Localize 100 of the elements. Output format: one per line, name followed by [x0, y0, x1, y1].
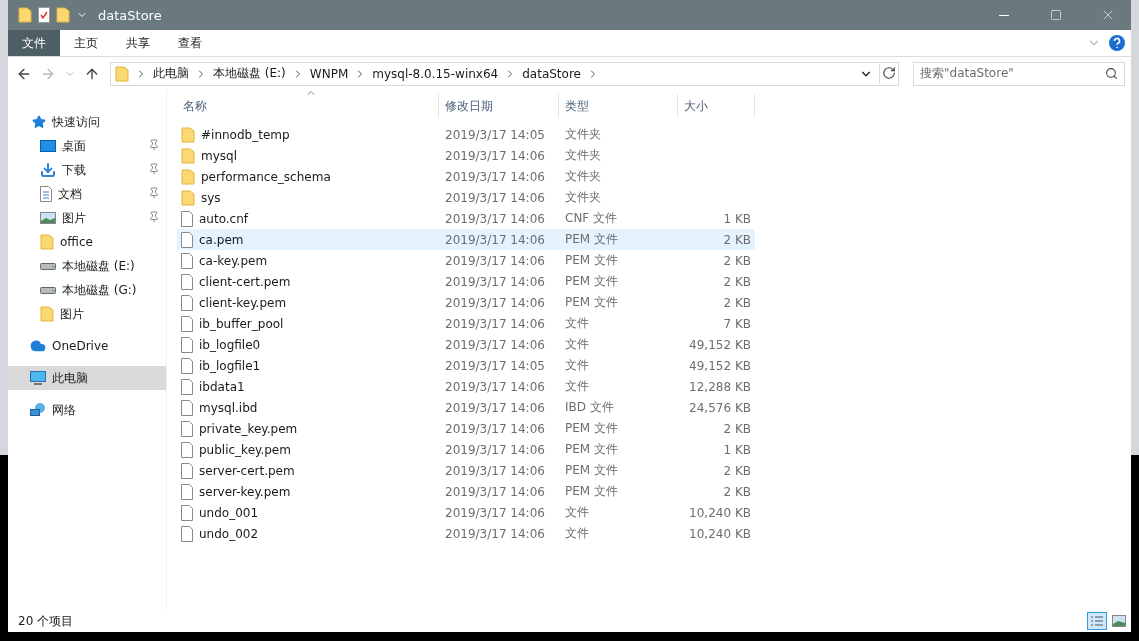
- file-size: 10,240 KB: [689, 505, 751, 520]
- help-icon[interactable]: [1109, 35, 1125, 51]
- file-name: auto.cnf: [199, 211, 249, 226]
- sidebar-item[interactable]: 此电脑: [8, 366, 166, 390]
- details-view-button[interactable]: [1087, 612, 1107, 630]
- file-row[interactable]: ca.pem 2019/3/17 14:06 PEM 文件 2 KB: [177, 229, 755, 250]
- column-header[interactable]: 修改日期: [439, 94, 559, 118]
- file-icon: [181, 210, 193, 227]
- file-size: 2 KB: [723, 421, 751, 436]
- file-size: 49,152 KB: [689, 358, 751, 373]
- file-row[interactable]: client-key.pem 2019/3/17 14:06 PEM 文件 2 KB: [177, 292, 755, 313]
- file-row[interactable]: ca-key.pem 2019/3/17 14:06 PEM 文件 2 KB: [177, 250, 755, 271]
- file-type: 文件夹: [565, 168, 601, 185]
- sidebar-item[interactable]: 桌面: [8, 134, 166, 158]
- file-icon: [181, 399, 193, 416]
- sidebar-item[interactable]: 文档: [8, 182, 166, 206]
- breadcrumb[interactable]: WNPM: [309, 66, 349, 81]
- file-type: 文件夹: [565, 126, 601, 143]
- file-name: client-key.pem: [199, 295, 287, 310]
- file-row[interactable]: server-key.pem 2019/3/17 14:06 PEM 文件 2 KB: [177, 481, 755, 502]
- file-size: 1 KB: [723, 211, 751, 226]
- file-icon: [181, 462, 193, 479]
- folder-icon: [181, 189, 195, 206]
- search-field[interactable]: 搜索"dataStore": [913, 61, 1125, 86]
- file-row[interactable]: public_key.pem 2019/3/17 14:06 PEM 文件 1 KB: [177, 439, 755, 460]
- new-folder-icon[interactable]: [56, 7, 70, 23]
- modified-date: 2019/3/17 14:06: [445, 232, 545, 247]
- file-size: 2 KB: [723, 463, 751, 478]
- breadcrumb[interactable]: 此电脑: [153, 65, 189, 82]
- file-icon: [181, 231, 193, 248]
- file-name: undo_002: [199, 526, 259, 541]
- sidebar-item[interactable]: 图片: [8, 302, 166, 326]
- modified-date: 2019/3/17 14:06: [445, 379, 545, 394]
- file-row[interactable]: undo_001 2019/3/17 14:06 文件 10,240 KB: [177, 502, 755, 523]
- file-type: 文件: [565, 315, 589, 332]
- file-row[interactable]: ibdata1 2019/3/17 14:06 文件 12,288 KB: [177, 376, 755, 397]
- file-row[interactable]: server-cert.pem 2019/3/17 14:06 PEM 文件 2 KB: [177, 460, 755, 481]
- properties-icon[interactable]: [38, 7, 50, 23]
- file-icon: [181, 357, 193, 374]
- search-icon: [1105, 67, 1118, 80]
- file-row[interactable]: ib_buffer_pool 2019/3/17 14:06 文件 7 KB: [177, 313, 755, 334]
- modified-date: 2019/3/17 14:06: [445, 526, 545, 541]
- file-type: PEM 文件: [565, 420, 618, 437]
- breadcrumb[interactable]: dataStore: [522, 66, 581, 81]
- file-row[interactable]: performance_schema 2019/3/17 14:06 文件夹: [177, 166, 755, 187]
- sidebar-item[interactable]: 快速访问: [8, 110, 166, 134]
- file-icon: [181, 336, 193, 353]
- star-icon: [32, 115, 46, 129]
- file-type: PEM 文件: [565, 483, 618, 500]
- file-icon: [181, 525, 193, 542]
- breadcrumb[interactable]: 本地磁盘 (E:): [213, 65, 286, 82]
- file-size: 10,240 KB: [689, 526, 751, 541]
- ribbon-tab[interactable]: 主页: [60, 30, 112, 56]
- address-bar[interactable]: 此电脑 本地磁盘 (E:) WNPM mysql-8.0.15-winx64 dataStore: [110, 61, 899, 86]
- drive-icon: [40, 262, 56, 270]
- refresh-icon: [882, 65, 896, 80]
- file-row[interactable]: undo_002 2019/3/17 14:06 文件 10,240 KB: [177, 523, 755, 544]
- file-row[interactable]: mysql.ibd 2019/3/17 14:06 IBD 文件 24,576 KB: [177, 397, 755, 418]
- folder-icon: [181, 126, 195, 143]
- column-header[interactable]: 名称: [177, 94, 439, 118]
- file-icon: [181, 420, 193, 437]
- document-icon: [40, 186, 52, 202]
- modified-date: 2019/3/17 14:06: [445, 190, 545, 205]
- file-name: client-cert.pem: [199, 274, 291, 289]
- file-row[interactable]: ib_logfile1 2019/3/17 14:05 文件 49,152 KB: [177, 355, 755, 376]
- file-name: mysql: [201, 148, 237, 163]
- ribbon-tab[interactable]: 文件: [8, 30, 60, 56]
- column-header[interactable]: 类型: [559, 94, 678, 118]
- modified-date: 2019/3/17 14:06: [445, 337, 545, 352]
- file-row[interactable]: #innodb_temp 2019/3/17 14:05 文件夹: [177, 124, 755, 145]
- file-row[interactable]: sys 2019/3/17 14:06 文件夹: [177, 187, 755, 208]
- file-name: ca.pem: [199, 232, 244, 247]
- thumbnail-view-button[interactable]: [1109, 612, 1129, 630]
- file-type: PEM 文件: [565, 441, 618, 458]
- sidebar-item[interactable]: 下载: [8, 158, 166, 182]
- refresh-button[interactable]: [879, 63, 898, 84]
- folder-icon[interactable]: [18, 7, 32, 23]
- file-size: 2 KB: [723, 274, 751, 289]
- sidebar-item[interactable]: OneDrive: [8, 334, 166, 358]
- sidebar-item[interactable]: 本地磁盘 (E:): [8, 254, 166, 278]
- file-name: server-key.pem: [199, 484, 291, 499]
- sidebar-item[interactable]: office: [8, 230, 166, 254]
- folder-icon: [40, 234, 54, 250]
- ribbon-tab[interactable]: 共享: [112, 30, 164, 56]
- sidebar-item[interactable]: 图片: [8, 206, 166, 230]
- ribbon-tab[interactable]: 查看: [164, 30, 216, 56]
- sidebar-item[interactable]: 网络: [8, 398, 166, 422]
- breadcrumb[interactable]: mysql-8.0.15-winx64: [372, 66, 499, 81]
- folder-icon: [181, 147, 195, 164]
- file-row[interactable]: client-cert.pem 2019/3/17 14:06 PEM 文件 2 KB: [177, 271, 755, 292]
- file-row[interactable]: private_key.pem 2019/3/17 14:06 PEM 文件 2 KB: [177, 418, 755, 439]
- modified-date: 2019/3/17 14:06: [445, 274, 545, 289]
- file-size: 2 KB: [723, 232, 751, 247]
- sidebar-item[interactable]: 本地磁盘 (G:): [8, 278, 166, 302]
- file-size: 7 KB: [723, 316, 751, 331]
- file-row[interactable]: auto.cnf 2019/3/17 14:06 CNF 文件 1 KB: [177, 208, 755, 229]
- file-type: CNF 文件: [565, 210, 618, 227]
- file-row[interactable]: ib_logfile0 2019/3/17 14:06 文件 49,152 KB: [177, 334, 755, 355]
- file-row[interactable]: mysql 2019/3/17 14:06 文件夹: [177, 145, 755, 166]
- column-header[interactable]: 大小: [678, 94, 755, 118]
